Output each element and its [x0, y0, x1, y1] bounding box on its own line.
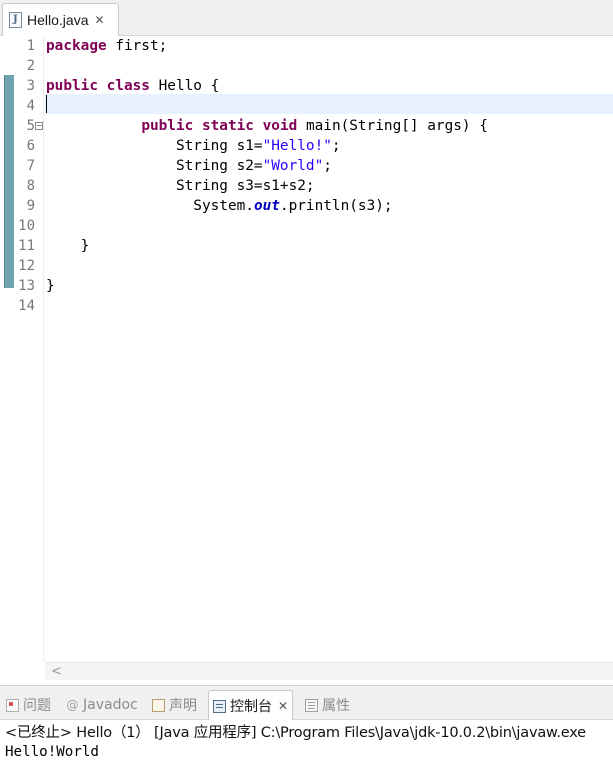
- tab-javadoc[interactable]: @ Javadoc: [66, 692, 138, 718]
- tab-declaration-label: 声明: [169, 698, 197, 714]
- code-line: String s1="Hello!";: [46, 136, 341, 156]
- scroll-left-icon[interactable]: <: [51, 663, 62, 681]
- java-file-icon: J: [9, 12, 22, 28]
- string-token: "World": [262, 158, 324, 174]
- code-token: String s3=s1+s2;: [46, 178, 315, 194]
- keyword-token: void: [262, 118, 306, 134]
- line-number: 2: [26, 58, 35, 74]
- javadoc-icon: @: [66, 697, 79, 712]
- line-number: 8: [26, 178, 35, 194]
- line-number: 10: [18, 218, 35, 234]
- editor-tab-hello-java[interactable]: J Hello.java ✕: [2, 3, 119, 36]
- code-token: String s1=: [46, 138, 263, 154]
- keyword-token: public: [141, 118, 202, 134]
- editor-tab-label: Hello.java: [27, 12, 89, 28]
- code-line: package first;: [46, 36, 167, 56]
- code-token: first;: [115, 38, 168, 54]
- code-token: System.: [46, 198, 254, 214]
- problems-icon: [6, 698, 19, 712]
- collapse-icon[interactable]: −: [35, 122, 43, 130]
- line-number: 3: [26, 78, 35, 94]
- tab-problems[interactable]: 问题: [6, 692, 51, 718]
- field-token: out: [253, 198, 280, 214]
- code-editor[interactable]: 1 2 3 4 5−6 7 8 9 10 11 12 13 14 package first; publi…: [0, 36, 613, 680]
- current-line-highlight: [45, 94, 613, 114]
- line-number-gutter: 1 2 3 4 5−6 7 8 9 10 11 12 13 14: [15, 36, 44, 662]
- editor-tab-bar: J Hello.java ✕: [0, 0, 613, 36]
- tab-properties-label: 属性: [322, 698, 350, 714]
- keyword-token: static: [201, 118, 263, 134]
- code-line: }: [46, 276, 55, 296]
- console-icon: [213, 699, 226, 713]
- line-number: 4: [26, 98, 35, 114]
- keyword-token: public: [46, 78, 107, 94]
- code-token: .println(s3);: [279, 198, 393, 214]
- close-icon[interactable]: ✕: [278, 699, 288, 713]
- console-output-text: Hello!World: [5, 744, 99, 760]
- keyword-token: package: [46, 38, 116, 54]
- code-token: ;: [331, 138, 341, 154]
- close-icon[interactable]: ✕: [94, 13, 104, 27]
- text-caret: [46, 95, 47, 113]
- tab-problems-label: 问题: [23, 698, 51, 714]
- code-line: public static void main(String[] args) {: [46, 116, 488, 136]
- code-token: }: [46, 238, 90, 254]
- code-token: main(String[] args) {: [305, 118, 488, 134]
- line-number: 9: [26, 198, 35, 214]
- string-token: "Hello!": [262, 138, 332, 154]
- tab-javadoc-label: Javadoc: [83, 697, 138, 713]
- console-output-area[interactable]: <已终止> Hello（1） [Java 应用程序] C:\Program Fi…: [0, 720, 613, 774]
- code-line: String s2="World";: [46, 156, 332, 176]
- code-line: public class Hello {: [46, 76, 219, 96]
- code-token: Hello {: [158, 78, 220, 94]
- code-token: ;: [323, 158, 332, 174]
- line-number: 5: [26, 118, 35, 134]
- properties-icon: [305, 698, 318, 712]
- code-token: }: [46, 278, 55, 294]
- tab-console-label: 控制台: [230, 699, 272, 715]
- bottom-panel-tabs: 问题 @ Javadoc 声明 控制台 ✕ 属性: [0, 685, 613, 721]
- line-number: 13: [18, 278, 35, 294]
- line-number: 12: [18, 258, 35, 274]
- code-line: String s3=s1+s2;: [46, 176, 315, 196]
- keyword-token: class: [106, 78, 159, 94]
- tab-declaration[interactable]: 声明: [152, 692, 197, 718]
- change-ruler: [4, 75, 14, 288]
- code-line: System.out.println(s3);: [46, 196, 393, 216]
- line-number: 7: [26, 158, 35, 174]
- line-number: 6: [26, 138, 35, 154]
- declaration-icon: [152, 698, 165, 712]
- code-token: String s2=: [46, 158, 263, 174]
- line-number: 11: [18, 238, 35, 254]
- code-line: }: [46, 236, 90, 256]
- horizontal-scrollbar[interactable]: <: [45, 662, 613, 680]
- console-status-line: <已终止> Hello（1） [Java 应用程序] C:\Program Fi…: [5, 725, 586, 741]
- line-number: 14: [18, 298, 35, 314]
- tab-properties[interactable]: 属性: [305, 692, 350, 718]
- line-number: 1: [26, 38, 35, 54]
- tab-console[interactable]: 控制台 ✕: [208, 690, 294, 721]
